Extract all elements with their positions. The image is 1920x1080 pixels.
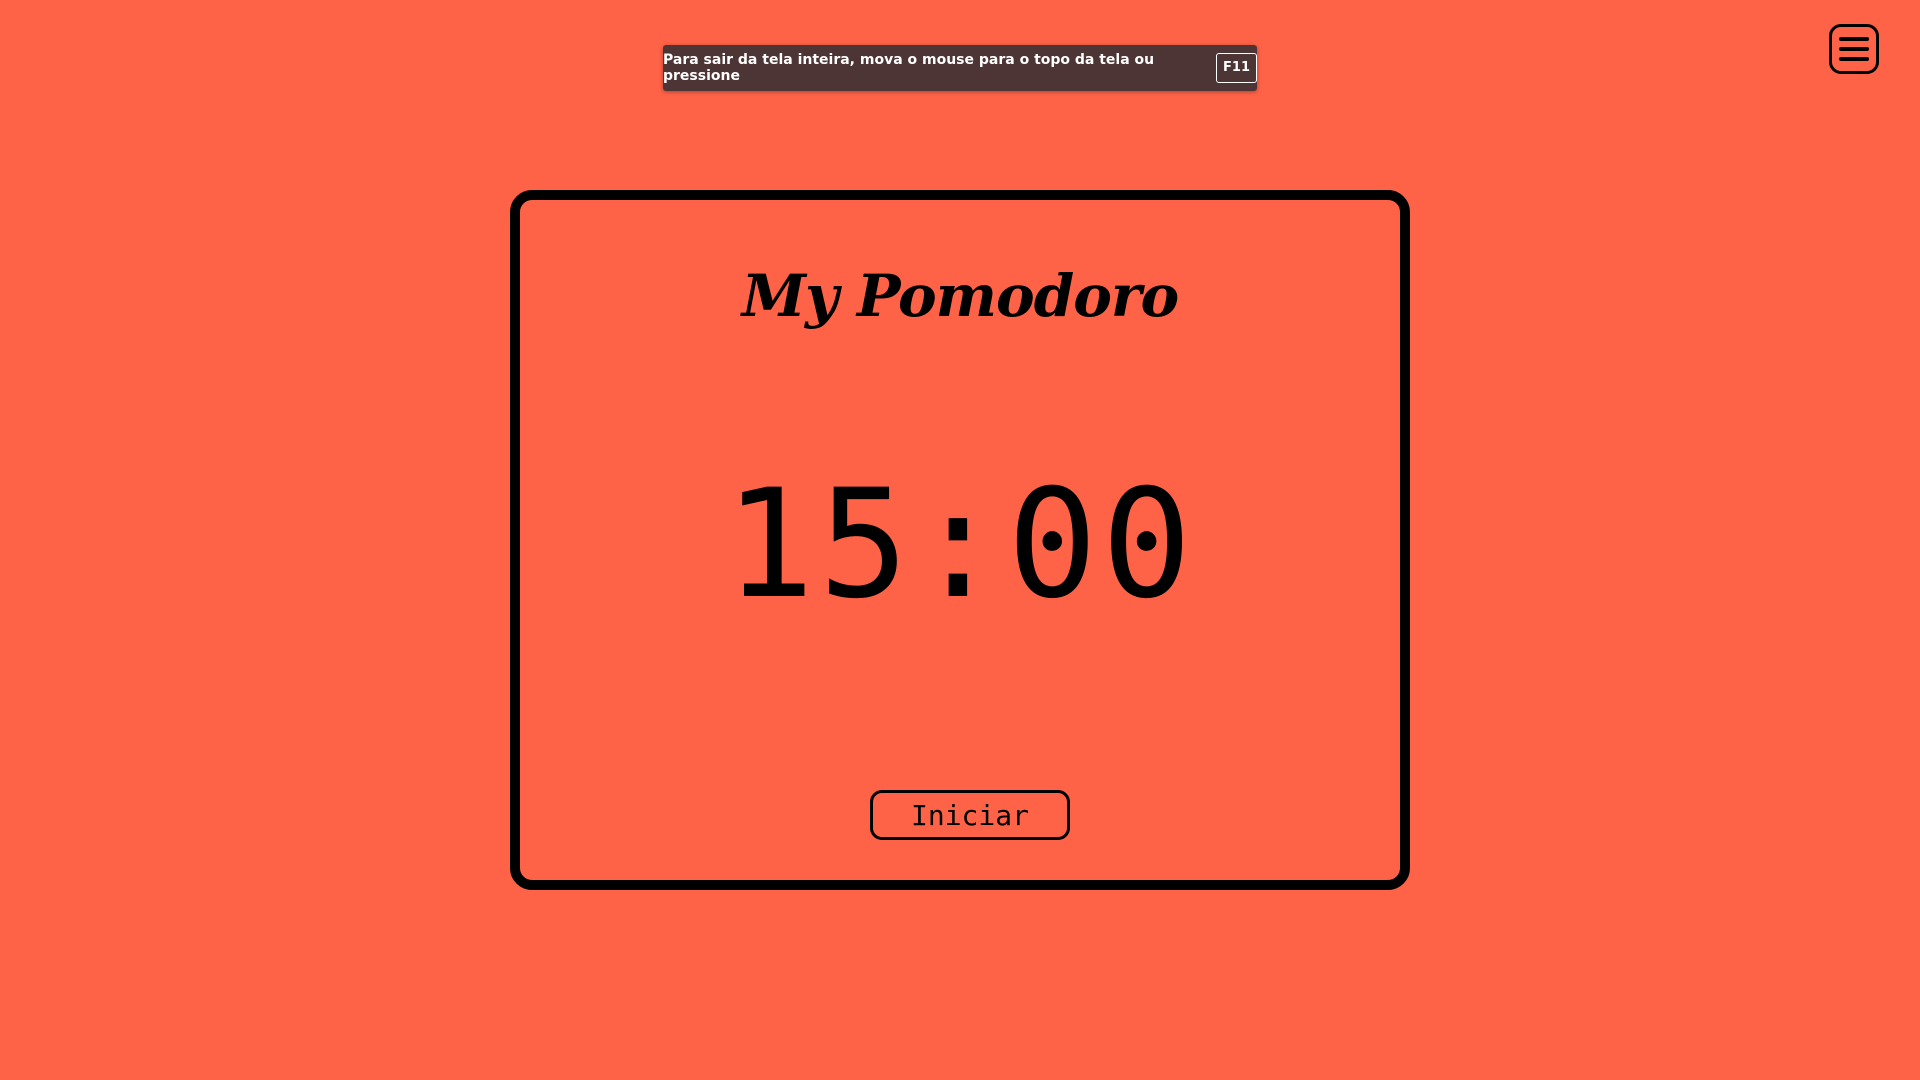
start-button[interactable]: Iniciar xyxy=(870,790,1070,840)
fullscreen-exit-key: F11 xyxy=(1216,53,1257,83)
fullscreen-notice: Para sair da tela inteira, mova o mouse … xyxy=(663,45,1257,91)
app-viewport: Para sair da tela inteira, mova o mouse … xyxy=(0,0,1920,1080)
pomodoro-card: My Pomodoro 15:00 Iniciar xyxy=(510,190,1410,890)
menu-bar-line xyxy=(1839,57,1869,61)
menu-bar-line xyxy=(1839,47,1869,51)
hamburger-menu-icon[interactable] xyxy=(1829,24,1879,74)
fullscreen-notice-message: Para sair da tela inteira, mova o mouse … xyxy=(663,52,1155,84)
app-title: My Pomodoro xyxy=(741,262,1179,330)
menu-bar-line xyxy=(1839,37,1869,41)
timer-display: 15:00 xyxy=(724,458,1196,632)
